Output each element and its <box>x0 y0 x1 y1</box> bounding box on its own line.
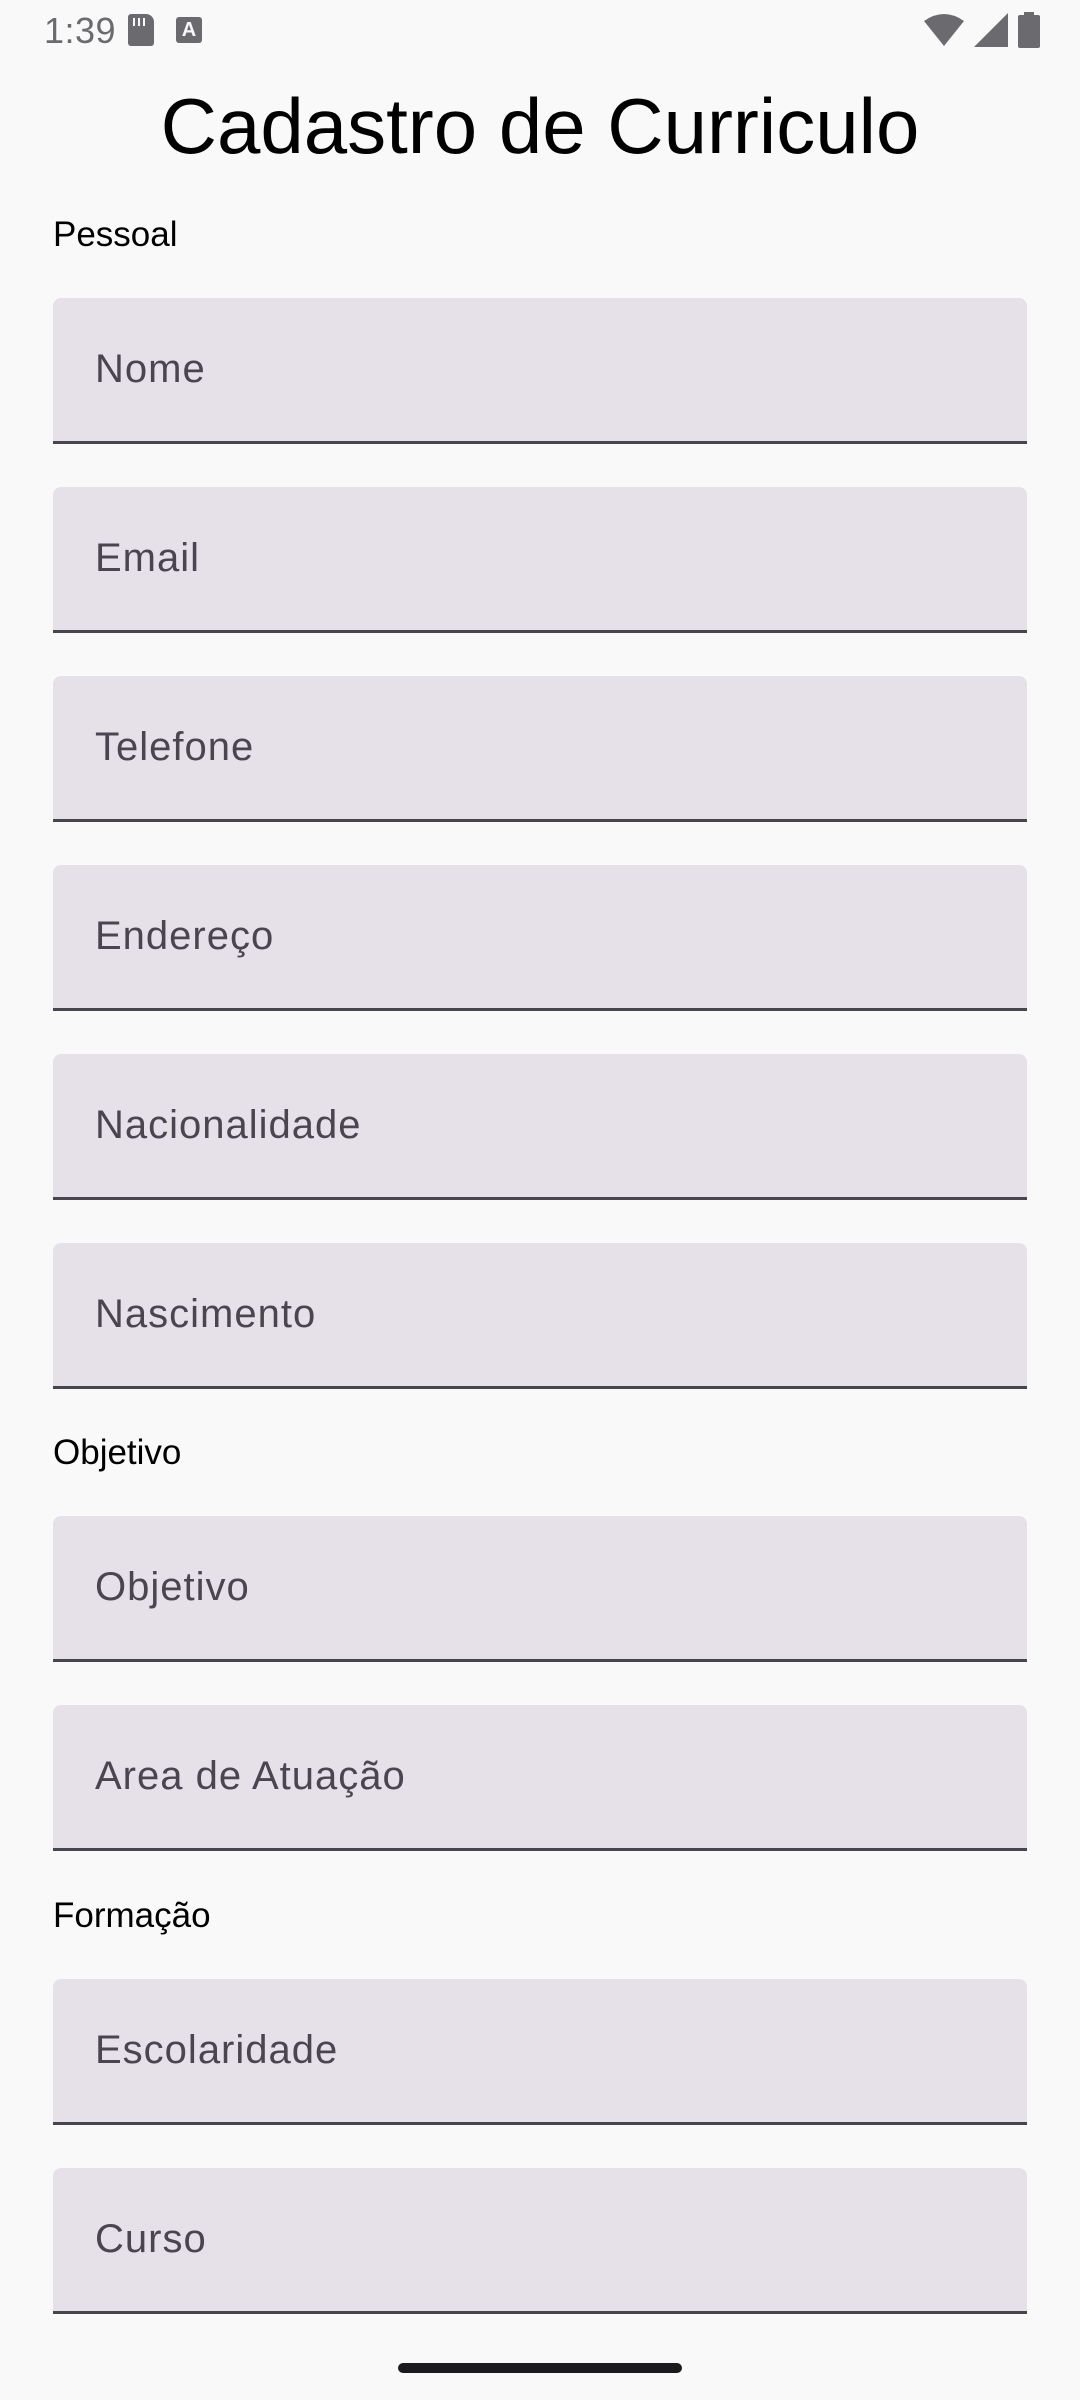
nacionalidade-field[interactable] <box>53 1054 1027 1200</box>
endereco-field[interactable] <box>53 865 1027 1011</box>
page-title: Cadastro de Curriculo <box>160 82 920 170</box>
cell-signal-icon <box>974 13 1008 47</box>
nome-input[interactable] <box>53 298 1027 441</box>
status-bar: 1:39 A <box>0 0 1080 62</box>
section-label-formacao: Formação <box>53 1896 211 1935</box>
battery-icon <box>1018 12 1040 48</box>
curso-input[interactable] <box>53 2168 1027 2311</box>
wifi-icon <box>924 14 964 46</box>
area-atuacao-field[interactable] <box>53 1705 1027 1851</box>
escolaridade-field[interactable] <box>53 1979 1027 2125</box>
section-label-objetivo: Objetivo <box>53 1433 182 1472</box>
endereco-input[interactable] <box>53 865 1027 1008</box>
status-time: 1:39 <box>44 10 117 51</box>
sd-card-icon <box>128 14 154 46</box>
status-left-icons: A <box>128 14 202 46</box>
escolaridade-input[interactable] <box>53 1979 1027 2122</box>
section-label-pessoal: Pessoal <box>53 215 178 254</box>
status-right-icons <box>924 12 1040 48</box>
nome-field[interactable] <box>53 298 1027 444</box>
a-keyboard-icon: A <box>176 17 202 43</box>
objetivo-field[interactable] <box>53 1516 1027 1662</box>
telefone-field[interactable] <box>53 676 1027 822</box>
email-field[interactable] <box>53 487 1027 633</box>
home-indicator[interactable] <box>398 2363 682 2373</box>
objetivo-input[interactable] <box>53 1516 1027 1659</box>
nacionalidade-input[interactable] <box>53 1054 1027 1197</box>
nascimento-input[interactable] <box>53 1243 1027 1386</box>
nascimento-field[interactable] <box>53 1243 1027 1389</box>
area-atuacao-input[interactable] <box>53 1705 1027 1848</box>
telefone-input[interactable] <box>53 676 1027 819</box>
curso-field[interactable] <box>53 2168 1027 2314</box>
email-input[interactable] <box>53 487 1027 630</box>
